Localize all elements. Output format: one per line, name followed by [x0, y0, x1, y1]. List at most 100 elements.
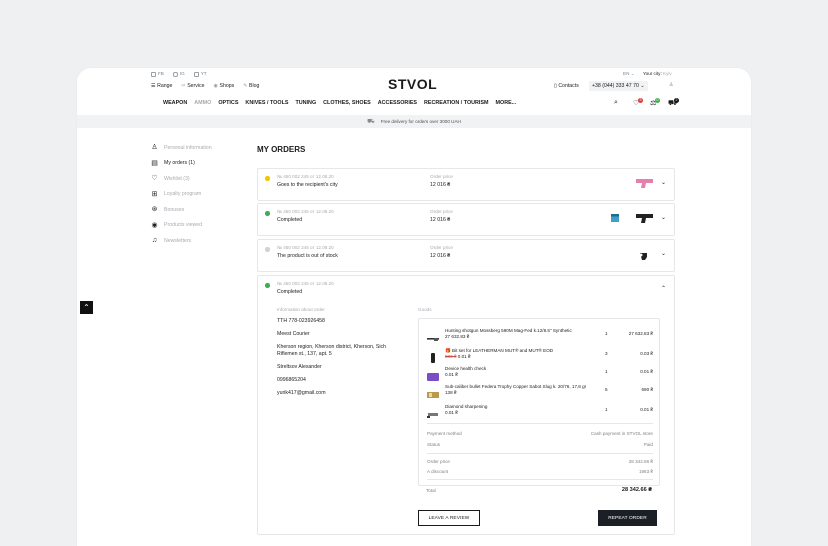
product-qty: 1 [605, 369, 608, 374]
status-dot [265, 211, 270, 216]
leave-review-button[interactable]: LEAVE A REVIEW [418, 510, 480, 526]
nav-clothes[interactable]: CLOTHES, SHOES [323, 100, 371, 106]
holster-thumb [639, 253, 647, 260]
product-name: Hunting shotgun Mossberg 590M Mag-Fed k.… [445, 328, 595, 340]
wishlist-badge: 3 [638, 98, 643, 103]
link-range[interactable]: ☰ Range [151, 83, 172, 90]
sidebar-item[interactable]: ◉ Products viewed [151, 218, 241, 234]
box-thumb [611, 214, 619, 222]
nav-accessories[interactable]: ACCESSORIES [378, 100, 417, 106]
goods-row[interactable]: Sub-caliber bullet Federa Trophy Copper … [427, 383, 653, 401]
goods-title: Goods [418, 307, 432, 312]
product-price-line: 0.01 ₴ [445, 372, 595, 378]
nav-weapon[interactable]: WEAPON [163, 100, 187, 106]
repeat-order-button[interactable]: REPEAT ORDER [598, 510, 657, 526]
sidebar-item-label: Loyalty program [164, 191, 202, 198]
sidebar-item-label: Wishlist (3) [164, 175, 190, 182]
order-card-2[interactable]: № 450 002 245 от 12.08.20 Completed Orde… [257, 203, 675, 236]
top-links: ☰ Range ✂ Service ◉ Shops ✎ Blog [151, 83, 259, 90]
goods-row[interactable]: Diamond sharpening 0.01 ₴ 1 0.01 ₴ [427, 403, 653, 421]
order-price: 12 016 ₴ [430, 253, 451, 259]
link-blog[interactable]: ✎ Blog [243, 83, 259, 90]
bell-icon: ♫ [151, 237, 158, 245]
discount-row: A discount 1983 ₴ [427, 469, 653, 474]
order-status: Completed [277, 217, 303, 223]
order-meta: № 450 002 245 от 12.08.20 [277, 174, 334, 179]
product-price-line: 138 ₴ [445, 390, 595, 396]
product-title: Sub-caliber bullet Federa Trophy Copper … [445, 384, 587, 389]
sidebar-item-label: Newsletters [164, 237, 192, 244]
nav-more[interactable]: MORE... [496, 100, 517, 106]
order-price-row: Order price 28 342.66 ₴ [427, 459, 653, 464]
order-status: The product is out of stock [277, 253, 338, 259]
nav-knives[interactable]: KNIVES / TOOLS [245, 100, 288, 106]
order-meta: № 450 002 245 от 12.08.20 [277, 281, 334, 286]
social-links: FB IG YT [151, 71, 207, 77]
nav-optics[interactable]: OPTICS [218, 100, 238, 106]
sidebar-item[interactable]: ♙ Personal information [151, 140, 241, 156]
phone-number[interactable]: +38 (044) 333 47 70 ⌄ [589, 81, 648, 91]
product-price: 0.01 ₴ [445, 372, 458, 377]
order-meta: № 450 002 245 от 12.08.20 [277, 209, 334, 214]
status-row: Status Paid [427, 442, 653, 447]
social-yt[interactable]: YT [193, 71, 207, 77]
social-ig[interactable]: IG [172, 71, 185, 77]
product-price-line: 27 632.83 ₴ [445, 334, 595, 340]
page-title: MY ORDERS [257, 145, 306, 154]
nav-recreation[interactable]: RECREATION / TOURISM [424, 100, 489, 106]
goods-row[interactable]: 🎁 Bit set for LEATHERMAN MUT® and MUT® E… [427, 347, 653, 365]
order-status: Completed [277, 289, 303, 295]
chevron-down-icon: ⌄ [640, 82, 645, 89]
goods-row[interactable]: Hunting shotgun Mossberg 590M Mag-Fed k.… [427, 327, 653, 345]
app-window: FB IG YT ☰ Range ✂ Service ◉ Shops ✎ Blo… [77, 68, 751, 546]
black-pistol-thumb [636, 214, 653, 223]
phone-icon: ▯ [554, 83, 557, 89]
chevron-down-icon[interactable]: ⌄ [660, 251, 667, 258]
lang-select[interactable]: EN ⌄ [623, 71, 635, 77]
link-shops[interactable]: ◉ Shops [214, 83, 235, 90]
sidebar-item-label: Personal information [164, 144, 212, 151]
product-name: 🎁 Bit set for LEATHERMAN MUT® and MUT® E… [445, 348, 595, 360]
info-line: Meest Courier [277, 331, 310, 337]
status-dot [265, 247, 270, 252]
product-qty: 1 [605, 407, 608, 412]
truck-icon: ⛟ [367, 118, 375, 125]
product-qty: 5 [605, 387, 608, 392]
sidebar-item[interactable]: ⊞ Loyalty program [151, 187, 241, 203]
search-icon[interactable]: ⌕ [614, 99, 618, 107]
bonus-icon: ⊛ [151, 206, 158, 214]
sidebar-item[interactable]: ⊛ Bonuses [151, 202, 241, 218]
info-line: 0996865204 [277, 377, 306, 383]
product-sum: 0.01 ₴ [640, 407, 653, 412]
product-name: Device health check 0.01 ₴ [445, 366, 595, 378]
order-price: 12 016 ₴ [430, 182, 451, 188]
sidebar-item[interactable]: ♡ Wishlist (3) [151, 171, 241, 187]
info-line: Streltsov Alexander [277, 364, 322, 370]
chevron-down-icon[interactable]: ⌄ [660, 180, 667, 187]
city-select[interactable]: Your city: Kyiv [643, 71, 672, 77]
main-nav: WEAPON AMMO OPTICS KNIVES / TOOLS TUNING… [163, 100, 516, 106]
order-card-3[interactable]: № 450 002 245 от 12.08.20 The product is… [257, 239, 675, 272]
product-sum: 690 ₴ [641, 387, 654, 392]
sidebar-item[interactable]: ▤ My orders (1) [151, 156, 241, 172]
chevron-up-icon[interactable]: ⌃ [660, 286, 667, 293]
logo[interactable]: STVOL [388, 76, 437, 92]
goods-row[interactable]: Device health check 0.01 ₴ 1 0.01 ₴ [427, 365, 653, 383]
gift-icon: ⊞ [151, 190, 158, 198]
divider [427, 453, 653, 454]
sidebar-item[interactable]: ♫ Newsletters [151, 233, 241, 249]
nav-ammo[interactable]: AMMO [194, 100, 211, 106]
chevron-down-icon[interactable]: ⌄ [660, 215, 667, 222]
account-icon[interactable]: ♙ [669, 82, 674, 89]
divider [427, 479, 653, 480]
scroll-top-button[interactable]: ⌃ [80, 301, 93, 314]
nav-tuning[interactable]: TUNING [295, 100, 316, 106]
link-service[interactable]: ✂ Service [181, 83, 204, 90]
old-price: 800 ₴ [445, 354, 457, 359]
contacts-link[interactable]: ▯ Contacts [554, 83, 579, 90]
social-fb[interactable]: FB [151, 71, 164, 77]
order-price-label: Order price [430, 245, 453, 250]
order-card-1[interactable]: № 450 002 245 от 12.08.20 Goes to the re… [257, 168, 675, 201]
compare-badge: 0 [655, 98, 660, 103]
goods-panel: Hunting shotgun Mossberg 590M Mag-Fed k.… [418, 318, 660, 486]
